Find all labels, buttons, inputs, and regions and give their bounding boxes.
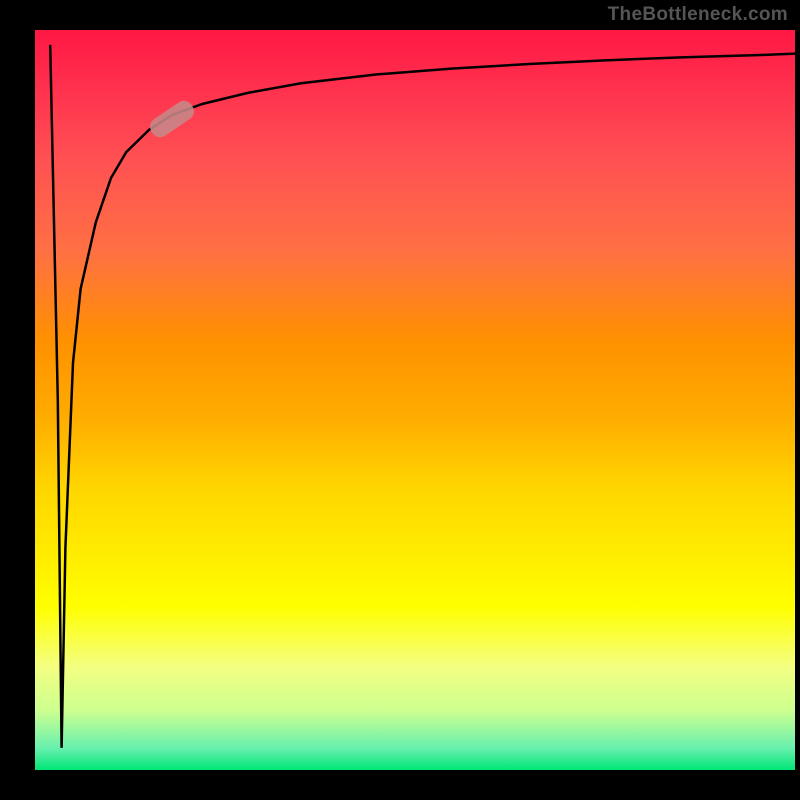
watermark-text: TheBottleneck.com bbox=[608, 4, 788, 26]
frame-bottom bbox=[0, 770, 800, 800]
frame-right bbox=[795, 0, 800, 800]
frame-left bbox=[0, 0, 35, 800]
chart-curve bbox=[35, 30, 795, 770]
